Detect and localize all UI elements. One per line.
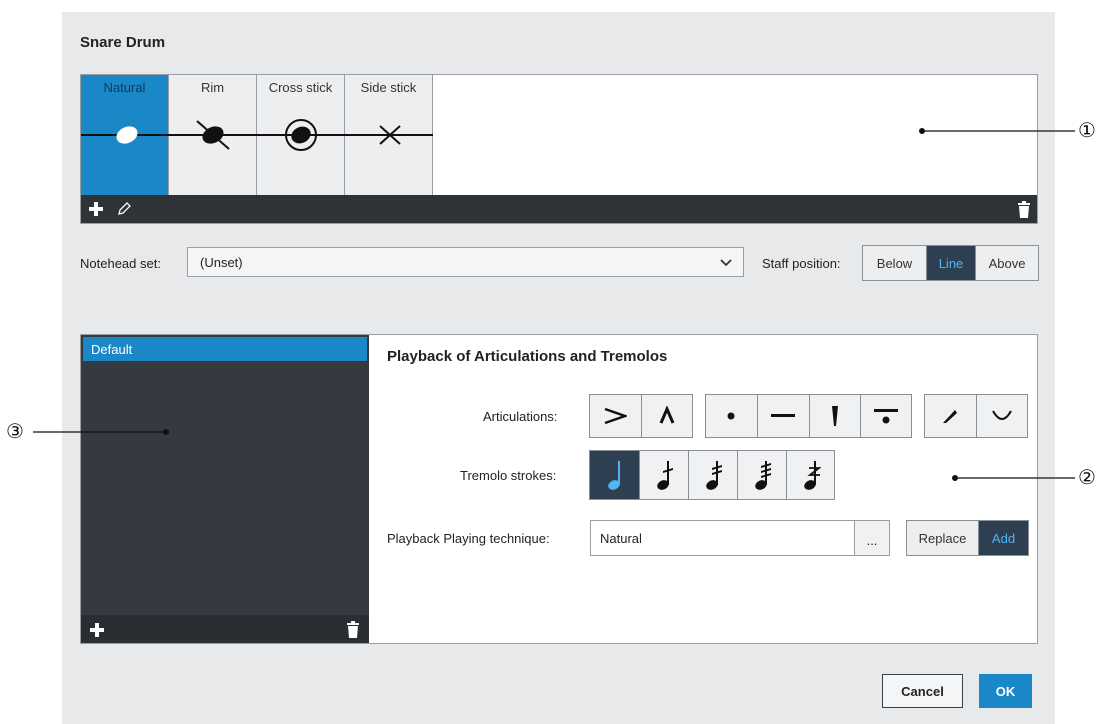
callout-leader-lines: [33, 128, 1075, 481]
callout-number-1: ①: [1078, 120, 1096, 142]
callout-number-2: ②: [1078, 467, 1096, 489]
callout-number-3: ③: [6, 421, 24, 443]
